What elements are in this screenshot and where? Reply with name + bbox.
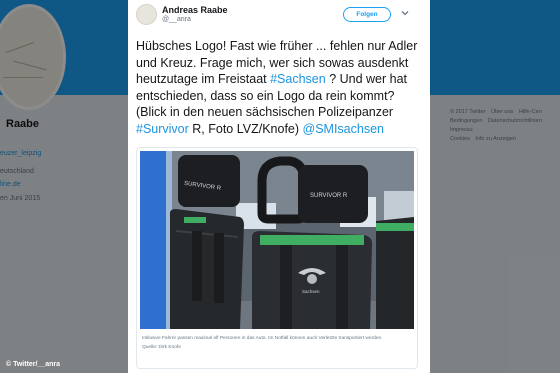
follow-button[interactable]: Folgen [343, 7, 391, 22]
tweet-modal: Andreas Raabe @__anra Folgen Hübsches Lo… [128, 0, 430, 373]
media-caption: Inklusive Fahrer passen maximal elf Pers… [142, 336, 383, 341]
tweet-text-part: R, Foto LVZ/Knofe) [188, 121, 303, 136]
emblem-text: Sachsen [302, 289, 320, 294]
vehicle-interior-photo[interactable]: SURVIVOR R SURVIVOR R Sachsen [140, 151, 414, 329]
media-source: Quelle: Dirk Knofe [142, 345, 181, 350]
image-credit: © Twitter/__anra [6, 361, 61, 368]
chevron-down-icon[interactable] [400, 8, 410, 18]
seat-logo-text: SURVIVOR R [310, 193, 348, 199]
author-handle[interactable]: @__anra [162, 16, 191, 23]
hashtag-link[interactable]: #Sachsen [270, 72, 326, 86]
tweet-media[interactable]: SURVIVOR R SURVIVOR R Sachsen Inklusive … [136, 147, 418, 369]
tweet-header: Andreas Raabe @__anra Folgen [128, 0, 430, 30]
author-name[interactable]: Andreas Raabe [162, 5, 228, 15]
author-avatar[interactable] [136, 4, 157, 25]
hashtag-link[interactable]: #Survivor [136, 122, 189, 136]
tweet-text: Hübsches Logo! Fast wie früher ... fehle… [136, 38, 424, 137]
mention-link[interactable]: @SMIsachsen [303, 122, 384, 136]
